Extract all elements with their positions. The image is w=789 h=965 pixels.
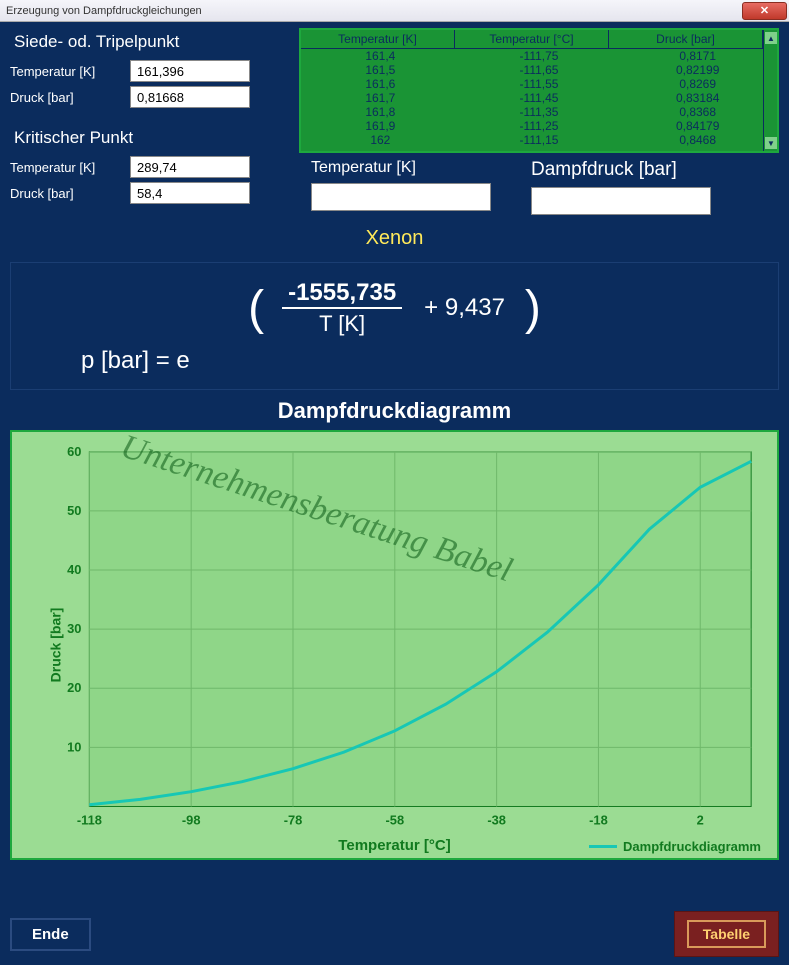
calc-press-label: Dampfdruck [bar] xyxy=(531,159,711,181)
svg-text:-38: -38 xyxy=(487,812,506,827)
table-row[interactable]: 161,8-111,350,8368 xyxy=(301,105,777,119)
table-button[interactable]: Tabelle xyxy=(687,920,766,948)
chart-legend: Dampfdruckdiagramm xyxy=(589,839,761,854)
table-row[interactable]: 161,9-111,250,84179 xyxy=(301,119,777,133)
svg-text:-98: -98 xyxy=(182,812,201,827)
boiling-press-label: Druck [bar] xyxy=(10,90,130,105)
svg-text:2: 2 xyxy=(697,812,704,827)
boiling-temp-label: Temperatur [K] xyxy=(10,64,130,79)
paren-open-icon: ( xyxy=(240,281,272,336)
svg-text:-58: -58 xyxy=(386,812,405,827)
window-titlebar: Erzeugung von Dampfdruckgleichungen ✕ xyxy=(0,0,789,22)
chart-svg: 10 20 30 40 50 60 -118 -98 -78 -58 -38 -18 2 xyxy=(12,432,777,858)
boiling-temp-input[interactable] xyxy=(130,60,250,82)
formula-lhs: p [bar] = e xyxy=(81,347,190,375)
svg-text:-118: -118 xyxy=(77,812,102,827)
svg-text:60: 60 xyxy=(67,444,81,459)
grid-header-tc[interactable]: Temperatur [°C] xyxy=(455,30,609,48)
svg-text:50: 50 xyxy=(67,503,81,518)
critical-press-label: Druck [bar] xyxy=(10,186,130,201)
table-button-panel: Tabelle xyxy=(674,911,779,957)
chart-legend-label: Dampfdruckdiagramm xyxy=(623,839,761,854)
critical-press-input[interactable] xyxy=(130,182,250,204)
chart-area: Druck [bar] Unternehmensberatung Babel 1… xyxy=(10,430,779,860)
chart-title: Dampfdruckdiagramm xyxy=(10,398,779,424)
svg-text:20: 20 xyxy=(67,680,81,695)
chart-xlabel: Temperatur [°C] xyxy=(338,837,450,854)
substance-name: Xenon xyxy=(10,227,779,250)
table-row[interactable]: 161,7-111,450,83184 xyxy=(301,91,777,105)
grid-scrollbar[interactable]: ▲ ▼ xyxy=(763,30,777,151)
chart-ylabel: Druck [bar] xyxy=(47,608,63,683)
svg-text:40: 40 xyxy=(67,562,81,577)
boiling-heading: Siede- od. Tripelpunkt xyxy=(14,32,291,52)
table-row[interactable]: 161,5-111,650,82199 xyxy=(301,63,777,77)
grid-header-tk[interactable]: Temperatur [K] xyxy=(301,30,455,48)
end-button[interactable]: Ende xyxy=(10,918,91,951)
table-row[interactable]: 161,6-111,550,8269 xyxy=(301,77,777,91)
app-body: Siede- od. Tripelpunkt Temperatur [K] Dr… xyxy=(0,22,789,965)
formula-denominator: T [K] xyxy=(319,309,365,337)
paren-close-icon: ) xyxy=(517,281,549,336)
table-row[interactable]: 162-111,150,8468 xyxy=(301,133,777,147)
critical-temp-input[interactable] xyxy=(130,156,250,178)
window-title: Erzeugung von Dampfdruckgleichungen xyxy=(6,5,202,17)
data-grid[interactable]: Temperatur [K] Temperatur [°C] Druck [ba… xyxy=(299,28,779,153)
formula-numerator: -1555,735 xyxy=(282,279,402,309)
legend-line-icon xyxy=(589,845,617,848)
scroll-down-icon[interactable]: ▼ xyxy=(765,137,777,149)
svg-text:-78: -78 xyxy=(284,812,303,827)
table-row[interactable]: 161,4-111,750,8171 xyxy=(301,49,777,63)
svg-text:10: 10 xyxy=(67,739,81,754)
svg-text:30: 30 xyxy=(67,621,81,636)
calc-temp-label: Temperatur [K] xyxy=(311,159,491,177)
critical-heading: Kritischer Punkt xyxy=(14,128,291,148)
close-icon: ✕ xyxy=(760,4,769,17)
calc-press-input[interactable] xyxy=(531,187,711,215)
grid-header-p[interactable]: Druck [bar] xyxy=(609,30,763,48)
formula-panel: ( -1555,735 T [K] + 9,437 ) p [bar] = e xyxy=(10,262,779,390)
boiling-press-input[interactable] xyxy=(130,86,250,108)
scroll-up-icon[interactable]: ▲ xyxy=(765,32,777,44)
close-button[interactable]: ✕ xyxy=(742,2,787,20)
calc-temp-input[interactable] xyxy=(311,183,491,211)
critical-temp-label: Temperatur [K] xyxy=(10,160,130,175)
svg-text:-18: -18 xyxy=(589,812,608,827)
formula-constant: + 9,437 xyxy=(424,294,505,322)
